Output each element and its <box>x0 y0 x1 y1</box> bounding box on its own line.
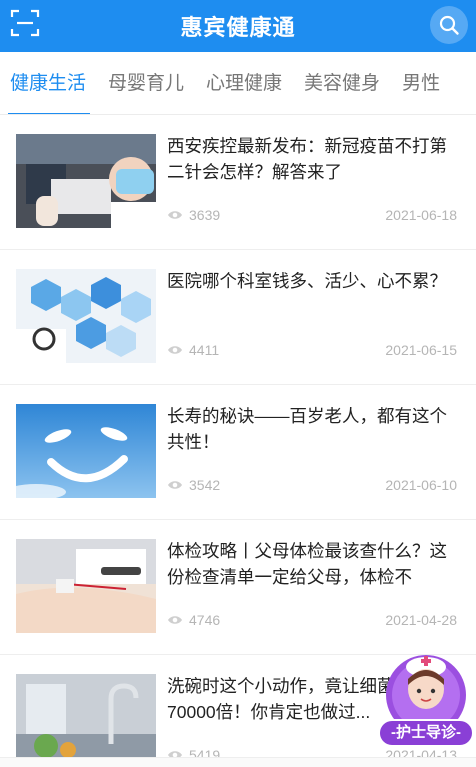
tab-beauty-fitness[interactable]: 美容健身 <box>294 52 392 114</box>
tab-male[interactable]: 男性 <box>392 52 452 114</box>
article-date: 2021-06-15 <box>385 342 457 358</box>
article-date: 2021-06-18 <box>385 207 457 223</box>
nurse-guide-label: -护士导诊- <box>378 719 474 747</box>
article-thumbnail <box>16 539 156 633</box>
tab-mother-baby[interactable]: 母婴育儿 <box>98 52 196 114</box>
view-count: 4411 <box>189 342 220 358</box>
article-thumbnail <box>16 269 156 363</box>
article-meta: 4411 2021-06-15 <box>167 340 457 360</box>
article-title: 西安疾控最新发布：新冠疫苗不打第二针会怎样？解答来了 <box>167 136 447 182</box>
eye-icon <box>168 616 182 624</box>
eye-icon <box>168 211 182 219</box>
view-count: 3639 <box>189 207 221 223</box>
search-button[interactable] <box>430 6 468 44</box>
article-title: 体检攻略丨父母体检最该查什么？这份检查清单一定给父母，体检不 <box>167 541 447 587</box>
search-icon <box>439 15 459 35</box>
bottom-nav-edge <box>0 757 476 767</box>
article-thumbnail <box>16 404 156 498</box>
scan-button[interactable] <box>10 8 40 38</box>
article-item[interactable]: 西安疾控最新发布：新冠疫苗不打第二针会怎样？解答来了 3639 2021-06-… <box>0 115 476 250</box>
article-item[interactable]: 长寿的秘诀——百岁老人，都有这个共性！ 3542 2021-06-10 <box>0 385 476 520</box>
article-thumbnail <box>16 134 156 228</box>
article-title: 医院哪个科室钱多、活少、心不累？ <box>167 271 447 291</box>
nurse-guide-button[interactable]: -护士导诊- <box>378 633 474 753</box>
category-tabs: 健康生活 母婴育儿 心理健康 美容健身 男性 <box>0 52 476 115</box>
app-header: 惠宾健康通 <box>0 0 476 52</box>
article-item[interactable]: 医院哪个科室钱多、活少、心不累？ 4411 2021-06-15 <box>0 250 476 385</box>
article-date: 2021-04-28 <box>385 612 457 628</box>
view-count: 3542 <box>189 477 221 493</box>
article-thumbnail <box>16 674 156 767</box>
article-date: 2021-06-10 <box>385 477 457 493</box>
article-meta: 4746 2021-04-28 <box>167 610 457 630</box>
article-title: 长寿的秘诀——百岁老人，都有这个共性！ <box>167 406 447 452</box>
scan-icon <box>10 9 40 37</box>
tab-mental-health[interactable]: 心理健康 <box>196 52 294 114</box>
tab-healthy-life[interactable]: 健康生活 <box>0 52 98 114</box>
eye-icon <box>168 346 182 354</box>
nurse-avatar-icon <box>386 655 466 733</box>
app-title: 惠宾健康通 <box>180 15 296 40</box>
eye-icon <box>168 481 182 489</box>
view-count: 4746 <box>189 612 221 628</box>
article-meta: 3639 2021-06-18 <box>167 205 457 225</box>
article-meta: 3542 2021-06-10 <box>167 475 457 495</box>
